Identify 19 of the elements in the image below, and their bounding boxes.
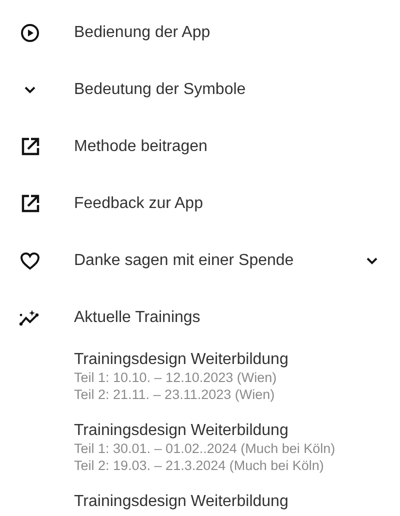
chevron-down-icon — [24, 86, 36, 94]
menu-item[interactable]: Danke sagen mit einer Spende — [0, 232, 400, 289]
training-date: Teil 2: 21.11. – 23.11.2023 (Wien) — [74, 386, 276, 403]
training-title: Trainingsdesign Weiterbildung — [74, 421, 290, 440]
menu-item[interactable]: Bedeutung der Symbole — [0, 61, 400, 118]
menu-item[interactable]: Methode beitragen — [0, 118, 400, 175]
heart-icon — [20, 252, 40, 270]
menu-item[interactable]: Feedback zur App — [0, 175, 400, 232]
menu-item[interactable]: Aktuelle Trainings — [0, 289, 400, 346]
training-date: Teil 1: 10.10. – 12.10.2023 (Wien) — [74, 369, 278, 386]
external-link-icon — [20, 137, 40, 156]
training-date: Teil 2: 19.03. – 21.3.2024 (Much bei Köln) — [74, 457, 325, 474]
external-link-icon — [20, 194, 40, 213]
play-icon — [20, 22, 40, 42]
trend-sparkle-icon — [19, 308, 41, 326]
menu-item[interactable]: Bedienung der App — [0, 4, 400, 61]
training-date: Teil 1: 30.01. – 01.02..2024 (Much bei Köln) — [74, 440, 336, 457]
training-title: Trainingsdesign Weiterbildung — [74, 350, 290, 369]
training-title: Trainingsdesign Weiterbildung — [74, 492, 290, 511]
